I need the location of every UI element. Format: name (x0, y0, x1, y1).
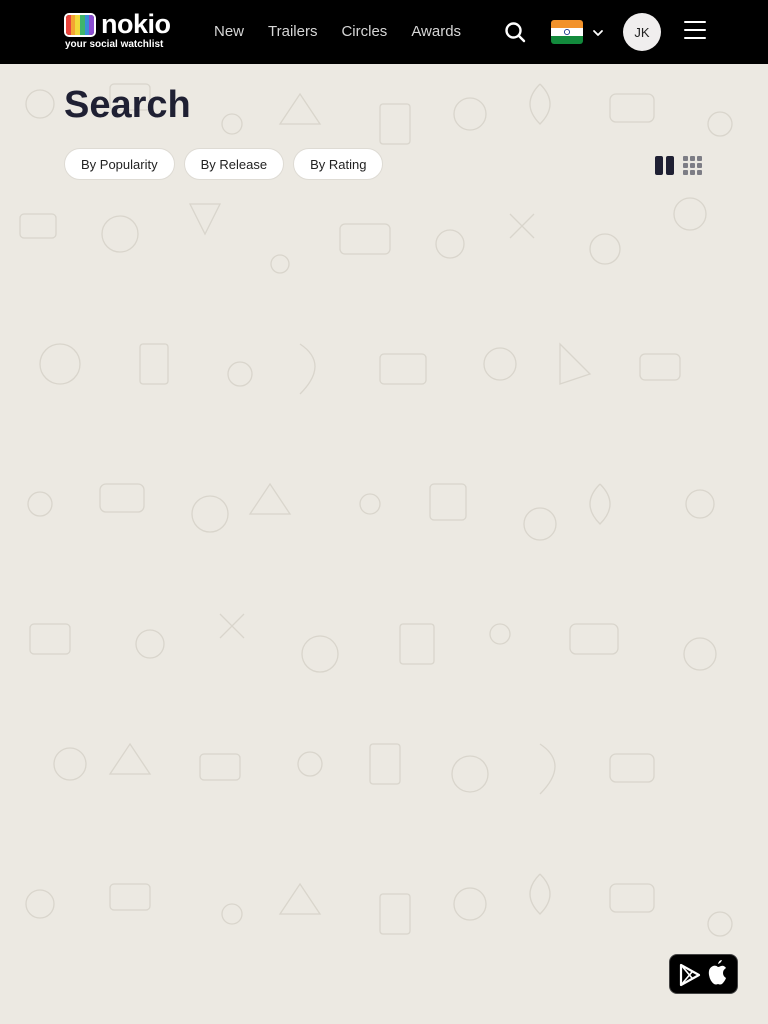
page-title: Search (64, 84, 191, 126)
hamburger-menu-icon[interactable] (684, 21, 706, 43)
country-selector[interactable] (551, 20, 607, 44)
sort-options: By Popularity By Release By Rating (64, 148, 392, 180)
nav-new[interactable]: New (214, 22, 244, 42)
nav-circles[interactable]: Circles (341, 22, 387, 42)
background-pattern (0, 64, 768, 1024)
nav-trailers[interactable]: Trailers (268, 22, 317, 42)
logo-wordmark: nokio (101, 9, 171, 39)
top-navigation-bar: nokio your social watchlist New Trailers… (0, 0, 768, 64)
app-download-badge[interactable] (669, 954, 738, 994)
sort-by-rating-button[interactable]: By Rating (293, 148, 384, 180)
view-mode-toggle (655, 156, 702, 175)
nav-awards[interactable]: Awards (411, 22, 461, 42)
chevron-down-icon (591, 26, 605, 38)
apple-icon (708, 960, 726, 985)
main-nav: New Trailers Circles Awards (214, 22, 485, 42)
sort-by-release-button[interactable]: By Release (183, 148, 285, 180)
sort-by-popularity-button[interactable]: By Popularity (64, 148, 175, 180)
logo-tagline: your social watchlist (65, 39, 164, 50)
two-column-view-icon[interactable] (655, 156, 674, 175)
user-avatar[interactable]: JK (623, 13, 661, 51)
google-play-icon (679, 963, 701, 987)
india-flag-icon (551, 20, 583, 44)
tv-logo-icon (64, 13, 96, 37)
nokio-logo[interactable]: nokio your social watchlist (64, 9, 176, 52)
three-column-view-icon[interactable] (683, 156, 702, 175)
search-icon[interactable] (503, 20, 527, 44)
